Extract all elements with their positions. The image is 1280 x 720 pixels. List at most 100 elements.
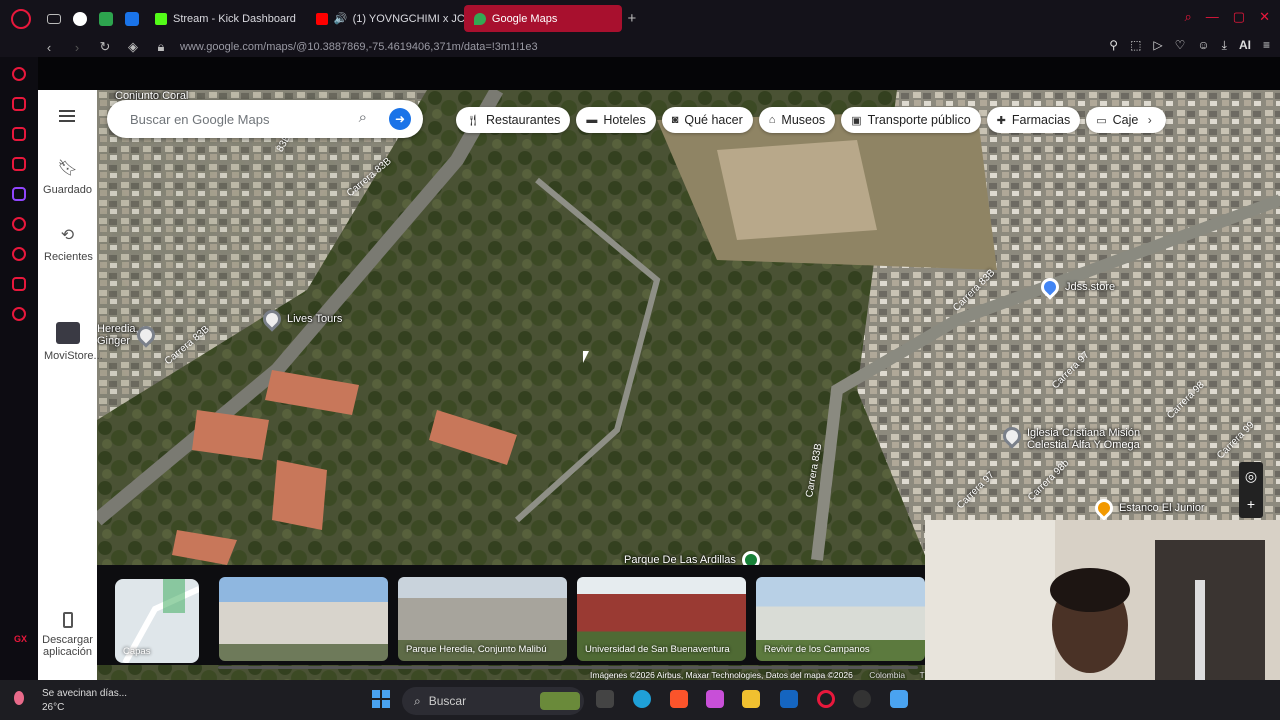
close-button[interactable]: ✕	[1259, 9, 1270, 25]
weather-widget[interactable]: Se avecinan días... 26°C	[14, 687, 128, 715]
tab-google-maps[interactable]: Google Maps	[463, 5, 622, 32]
rail-item-saved[interactable]: 🔖︎ Guardado	[38, 158, 97, 196]
file-explorer-icon[interactable]	[742, 690, 760, 708]
record-icon[interactable]	[73, 11, 87, 26]
player-icon[interactable]: ▷	[1153, 38, 1162, 53]
pin-icon	[259, 306, 285, 332]
reload-icon[interactable]: ↻	[96, 39, 114, 55]
plus-app-icon[interactable]	[99, 11, 113, 26]
tab-label: Stream - Kick Dashboard	[173, 12, 296, 25]
sidebar-twitch-purple-icon[interactable]	[12, 187, 26, 201]
profile-icon[interactable]: ☺	[1197, 38, 1209, 53]
search-icon: ⌕	[414, 693, 421, 708]
weather-text: Se avecinan días...	[42, 688, 128, 699]
sidebar-extensions-icon[interactable]	[12, 277, 26, 291]
place-label: Jdss.store	[1065, 281, 1116, 293]
chatgpt-icon[interactable]	[853, 690, 871, 708]
opera-gx-logo-icon[interactable]	[11, 8, 31, 29]
url-field[interactable]: www.google.com/maps/@10.3887869,-75.4619…	[180, 41, 538, 53]
map-tools: ◎ +	[1239, 462, 1263, 518]
chip-label: Qué hacer	[684, 113, 743, 127]
store-pin-icon	[1091, 495, 1117, 521]
download-icon[interactable]: ⤓	[1222, 38, 1227, 53]
sidebar-player-icon[interactable]	[12, 217, 26, 231]
task-view-icon[interactable]	[596, 690, 614, 708]
location-icon[interactable]: ◈	[124, 39, 142, 55]
place-label: Estanco El Junior	[1119, 502, 1205, 514]
thumb-caption: Parque Heredia, Conjunto Malibú	[406, 644, 547, 655]
photo-thumb[interactable]	[219, 577, 388, 661]
heart-icon[interactable]: ♡	[1175, 38, 1186, 53]
notepad-icon[interactable]	[890, 690, 908, 708]
mouse-cursor-icon	[583, 351, 589, 363]
brave-icon[interactable]	[670, 690, 688, 708]
place-pin-iglesia[interactable]: Iglesia Cristiana Misión Celestial Alfa …	[999, 423, 1177, 451]
windows-logo-icon	[372, 690, 380, 698]
chip-things-to-do[interactable]: ◙ Qué hacer	[661, 107, 753, 133]
search-tabs-icon[interactable]: ⌕	[1185, 9, 1192, 25]
google-maps-favicon-icon	[473, 12, 486, 25]
sidebar-gx-corner-icon[interactable]	[12, 97, 26, 111]
sidebar-twitch-icon[interactable]	[12, 127, 26, 141]
chip-restaurants[interactable]: 🍴︎ Restaurantes	[456, 107, 571, 133]
chip-transit[interactable]: ▣ Transporte público	[841, 107, 981, 133]
rail-label: Guardado	[43, 184, 92, 196]
country-label[interactable]: Colombia	[869, 670, 905, 680]
chip-label: Hoteles	[603, 113, 646, 127]
edge-icon[interactable]	[633, 690, 651, 708]
place-pin-estanco[interactable]: Estanco El Junior	[1091, 495, 1205, 521]
place-label: Lives Tours	[287, 313, 343, 325]
calendar-app-icon[interactable]	[125, 11, 139, 26]
photo-thumb[interactable]: Revivir de los Campanos	[756, 577, 925, 661]
address-bar: ‹ › ↻ ◈ 🔒︎ www.google.com/maps/@10.38878…	[0, 37, 1280, 57]
thumb-caption: Universidad de San Buenaventura	[585, 644, 730, 655]
menu-icon[interactable]	[59, 110, 75, 122]
minimize-button[interactable]: —	[1206, 9, 1219, 25]
sidebar-history-icon[interactable]	[12, 247, 26, 261]
strip-scrollbar[interactable]	[218, 666, 918, 669]
chip-label: Restaurantes	[485, 113, 561, 127]
menu-icon[interactable]: ≡	[1263, 38, 1270, 53]
ai-button[interactable]: AI	[1239, 38, 1251, 53]
forward-icon[interactable]: ›	[68, 40, 86, 55]
my-location-icon[interactable]: ◎	[1239, 462, 1263, 490]
zoom-in-button[interactable]: +	[1239, 490, 1263, 518]
rail-item-recent[interactable]: ⟲ Recientes	[38, 225, 97, 263]
chip-label: Farmacias	[1011, 113, 1071, 127]
snapshot-icon[interactable]: ⬚	[1130, 38, 1141, 53]
opera-gx-taskbar-icon[interactable]	[817, 690, 835, 708]
sidebar-speed-dial-icon[interactable]	[12, 67, 26, 81]
sidebar-messages-icon[interactable]	[12, 157, 26, 171]
directions-icon[interactable]: ➜	[389, 108, 411, 130]
maximize-button[interactable]: ▢	[1233, 9, 1245, 25]
search-input[interactable]: Buscar en Google Maps	[130, 112, 269, 127]
new-tab-button[interactable]: +	[622, 10, 642, 27]
taskbar-search[interactable]: ⌕ Buscar	[402, 687, 584, 715]
sidebar-settings-icon[interactable]	[12, 307, 26, 321]
gamepad-icon[interactable]	[47, 13, 61, 24]
tab-youtube[interactable]: 🔊 (1) YOVNGCHIMI x JC	[306, 5, 464, 32]
search-icon[interactable]: ⌕	[359, 109, 367, 126]
photo-thumb[interactable]: Universidad de San Buenaventura	[577, 577, 746, 661]
maps-search-box[interactable]: Buscar en Google Maps ⌕ ➜	[107, 100, 423, 138]
chip-hotels[interactable]: ▬ Hoteles	[576, 107, 656, 133]
history-icon: ⟲	[60, 227, 75, 244]
rail-label: MoviStore...	[44, 350, 103, 362]
photo-thumb[interactable]: Parque Heredia, Conjunto Malibú	[398, 577, 567, 661]
chip-museums[interactable]: ⌂ Museos	[758, 107, 836, 133]
chevron-right-icon[interactable]: ›	[1137, 107, 1162, 133]
rail-item-movistore[interactable]: MoviStore...	[38, 322, 103, 362]
outlook-icon[interactable]	[780, 690, 798, 708]
bookmark-icon[interactable]: ⚲	[1109, 38, 1118, 53]
place-pin-lives-tours[interactable]: Lives Tours	[259, 306, 343, 332]
copilot-icon[interactable]	[706, 690, 724, 708]
place-pin-jdss-store[interactable]: Jdss.store	[1037, 274, 1116, 300]
chip-pharmacies[interactable]: ✚ Farmacias	[986, 107, 1081, 133]
speaker-icon[interactable]: 🔊	[334, 12, 348, 25]
place-pin-heredia[interactable]: Heredia, Ginger	[97, 322, 161, 348]
start-button[interactable]	[372, 690, 390, 708]
download-app-button[interactable]: Descargar aplicación	[38, 612, 97, 658]
back-icon[interactable]: ‹	[40, 40, 58, 55]
tab-kick-dashboard[interactable]: Stream - Kick Dashboard	[145, 5, 306, 32]
layers-button[interactable]: Capas	[115, 579, 199, 663]
